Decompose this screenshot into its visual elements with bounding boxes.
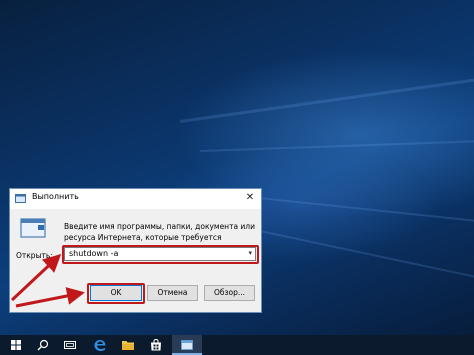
start-icon[interactable] bbox=[9, 338, 23, 352]
open-label: Открыть: bbox=[16, 251, 53, 260]
light-beam bbox=[199, 139, 474, 152]
search-icon[interactable] bbox=[36, 338, 50, 352]
cancel-button[interactable]: Отмена bbox=[147, 285, 198, 301]
edge-icon[interactable] bbox=[93, 338, 107, 352]
highlight-box-input bbox=[62, 245, 259, 264]
light-beam bbox=[179, 75, 474, 123]
close-button[interactable]: ✕ bbox=[243, 191, 257, 205]
store-icon[interactable] bbox=[149, 338, 163, 352]
run-app-icon[interactable] bbox=[180, 338, 194, 352]
light-beam bbox=[259, 230, 474, 282]
task-view-icon[interactable] bbox=[63, 338, 77, 352]
run-app-icon bbox=[15, 194, 26, 203]
light-beam bbox=[239, 195, 474, 225]
highlight-box-ok bbox=[87, 283, 145, 304]
dialog-title: Выполнить bbox=[32, 192, 79, 201]
active-app-slot[interactable] bbox=[172, 335, 202, 355]
title-bar[interactable]: Выполнить ✕ bbox=[10, 189, 261, 209]
taskbar bbox=[0, 335, 474, 355]
browse-button[interactable]: Обзор... bbox=[204, 285, 255, 301]
file-explorer-icon[interactable] bbox=[121, 338, 135, 352]
run-dialog: Выполнить ✕ Введите имя программы, папки… bbox=[9, 188, 262, 313]
run-program-icon bbox=[20, 218, 46, 238]
